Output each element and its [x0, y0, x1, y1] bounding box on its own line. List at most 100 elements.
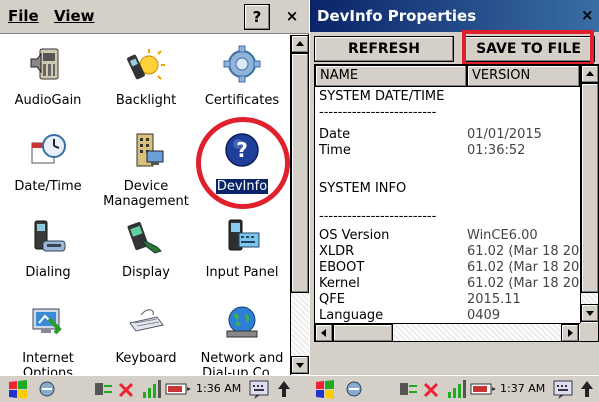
- cp-label-line2: Options: [22, 366, 74, 375]
- list-row[interactable]: Time 01:36:52: [315, 143, 580, 159]
- cp-label: Input Panel: [205, 265, 279, 280]
- list-header: NAME VERSION: [315, 65, 580, 87]
- window-title: DevInfo Properties: [310, 0, 599, 32]
- control-panel-scrollbar[interactable]: [290, 35, 309, 375]
- list-row[interactable]: EBOOT 61.02 (Mar 18 20: [315, 260, 580, 276]
- control-panel-window: File View ? × AudioGain Backlight Certif…: [0, 0, 309, 375]
- battery-icon[interactable]: [469, 378, 497, 400]
- scroll-thumb[interactable]: [291, 53, 309, 293]
- clock[interactable]: 1:36 AM: [196, 382, 241, 395]
- battery-icon[interactable]: [164, 378, 192, 400]
- device-management-icon: [136, 133, 164, 167]
- cp-item-certificates[interactable]: Certificates: [194, 45, 290, 125]
- cp-item-network[interactable]: Network and Dial-up Co...: [194, 303, 290, 375]
- cp-item-internet-options[interactable]: Internet Options: [0, 303, 96, 375]
- devinfo-window: DevInfo Properties × REFRESH SAVE TO FIL…: [310, 0, 599, 375]
- scroll-up-button[interactable]: [291, 35, 309, 53]
- start-icon[interactable]: [313, 378, 337, 400]
- list-row[interactable]: [315, 159, 580, 175]
- list-row[interactable]: QFE 2015.11: [315, 292, 580, 308]
- network-disconnected-icon[interactable]: [116, 378, 138, 400]
- cp-label: Backlight: [115, 93, 177, 108]
- dialing-icon: [34, 220, 66, 252]
- network-icon: [226, 306, 258, 338]
- close-button[interactable]: ×: [279, 4, 305, 30]
- list-horizontal-scrollbar[interactable]: [315, 323, 580, 341]
- sync-icon[interactable]: [92, 378, 114, 400]
- scroll-up-button[interactable]: [581, 65, 598, 83]
- taskbar-left: 1:36 AM: [0, 375, 309, 402]
- backlight-icon: [127, 49, 165, 80]
- screen: File View ? × AudioGain Backlight Certif…: [0, 0, 599, 402]
- keyboard-input-icon[interactable]: [248, 378, 270, 400]
- sync-icon[interactable]: [397, 378, 419, 400]
- display-icon: [127, 221, 162, 254]
- list-vertical-scrollbar[interactable]: [580, 65, 598, 323]
- highlight-rectangle: [462, 30, 594, 66]
- audio-gain-icon: [30, 48, 59, 80]
- cp-item-input-panel[interactable]: Input Panel: [194, 217, 290, 297]
- list-row[interactable]: SYSTEM INFO: [315, 181, 580, 197]
- scroll-thumb[interactable]: [333, 324, 393, 341]
- list-rows: SYSTEM DATE/TIME -----------------------…: [315, 87, 580, 323]
- cp-item-keyboard[interactable]: Keyboard: [98, 303, 194, 375]
- cp-label: Certificates: [204, 93, 280, 108]
- cp-label: Internet: [22, 351, 74, 366]
- control-panel-items: AudioGain Backlight Certificates Date/Ti…: [0, 35, 290, 375]
- cp-item-device-management[interactable]: Device Management: [98, 131, 194, 211]
- start-icon[interactable]: [6, 378, 30, 400]
- keyboard-icon: [129, 309, 164, 332]
- cp-item-dialing[interactable]: Dialing: [0, 217, 96, 297]
- cp-label-line2: Dial-up Co...: [202, 366, 282, 375]
- highlight-circle: [196, 117, 290, 209]
- scroll-corner: [580, 323, 598, 341]
- scroll-right-button[interactable]: [561, 324, 579, 341]
- cp-label: Device: [123, 179, 169, 194]
- cp-label: Keyboard: [115, 351, 177, 366]
- scroll-down-button[interactable]: [581, 304, 598, 322]
- devinfo-list[interactable]: NAME VERSION SYSTEM DATE/TIME ----------…: [314, 64, 599, 342]
- column-header-version[interactable]: VERSION: [467, 65, 580, 87]
- menu-bar: File View ? ×: [0, 0, 309, 34]
- close-button[interactable]: ×: [581, 6, 599, 24]
- scroll-down-button[interactable]: [291, 356, 309, 374]
- help-button[interactable]: ?: [244, 4, 270, 30]
- list-row[interactable]: SYSTEM DATE/TIME: [315, 89, 580, 105]
- cp-item-date-time[interactable]: Date/Time: [0, 131, 96, 211]
- signal-icon[interactable]: [140, 378, 162, 400]
- column-header-name[interactable]: NAME: [315, 65, 467, 87]
- view-menu[interactable]: View: [54, 7, 95, 25]
- cp-label: Network and: [200, 351, 284, 366]
- list-row[interactable]: Language 0409: [315, 308, 580, 323]
- scroll-thumb[interactable]: [581, 83, 598, 293]
- cp-item-display[interactable]: Display: [98, 217, 194, 297]
- cp-label: Date/Time: [14, 179, 82, 194]
- cp-item-backlight[interactable]: Backlight: [98, 45, 194, 125]
- list-row[interactable]: -------------------------: [315, 105, 580, 121]
- keyboard-input-icon[interactable]: [552, 378, 574, 400]
- input-panel-icon: [228, 219, 260, 251]
- file-menu[interactable]: File: [8, 7, 39, 25]
- cp-label: Display: [122, 265, 170, 280]
- connection-icon[interactable]: [343, 378, 365, 400]
- list-row[interactable]: -------------------------: [315, 209, 580, 225]
- network-disconnected-icon[interactable]: [421, 378, 443, 400]
- clock[interactable]: 1:37 AM: [500, 382, 545, 395]
- arrow-up-icon[interactable]: [579, 378, 595, 400]
- arrow-up-icon[interactable]: [276, 378, 292, 400]
- list-row[interactable]: XLDR 61.02 (Mar 18 20: [315, 244, 580, 260]
- taskbar-right: 1:37 AM: [309, 375, 599, 402]
- cp-item-audiogain[interactable]: AudioGain: [0, 45, 96, 125]
- signal-icon[interactable]: [445, 378, 467, 400]
- cp-label: Dialing: [25, 265, 71, 280]
- scroll-left-button[interactable]: [315, 324, 333, 341]
- list-row[interactable]: Date 01/01/2015: [315, 127, 580, 143]
- internet-options-icon: [32, 308, 62, 335]
- cp-label: AudioGain: [14, 93, 82, 108]
- list-row[interactable]: Kernel 61.02 (Mar 18 20: [315, 276, 580, 292]
- connection-icon[interactable]: [36, 378, 58, 400]
- date-time-icon: [31, 134, 66, 164]
- refresh-button[interactable]: REFRESH: [314, 36, 454, 62]
- list-row[interactable]: OS Version WinCE6.00: [315, 228, 580, 244]
- certificates-icon: [223, 45, 261, 83]
